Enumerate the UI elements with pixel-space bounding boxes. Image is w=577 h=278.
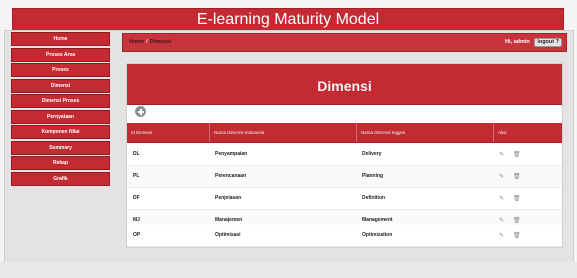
table-row: OP Optimisasi Optimization ✎ 🗑 <box>127 225 562 247</box>
trash-delete-icon[interactable]: 🗑 <box>513 173 521 180</box>
footer-strip <box>0 262 577 278</box>
sidebar-nav: Home Proses Area Proses Dimensi Dimensi … <box>11 32 110 187</box>
cell-inggris: Delivery <box>362 151 382 157</box>
sidebar-item-dimensi-proses[interactable]: Dimensi Proses <box>11 94 110 108</box>
sidebar-item-proses[interactable]: Proses <box>11 63 110 77</box>
pencil-edit-icon[interactable]: ✎ <box>499 217 504 224</box>
pencil-edit-icon[interactable]: ✎ <box>499 151 504 158</box>
greeting-text: Hi, admin <box>505 39 530 45</box>
column-header-aksi: Aksi <box>493 123 562 142</box>
sidebar-item-rekap[interactable]: Rekap <box>11 156 110 170</box>
cell-id: OP <box>133 232 141 238</box>
trash-delete-icon[interactable]: 🗑 <box>513 195 521 202</box>
table-header: Id Dimensi Nama Dimensi Indonesia Nama D… <box>127 123 562 143</box>
cell-indonesia: Penyampaian <box>215 151 248 157</box>
panel-header: Dimensi <box>127 64 562 105</box>
sidebar-item-grafik[interactable]: Grafik <box>11 171 110 186</box>
logout-button[interactable]: logout ? <box>534 38 562 47</box>
cell-indonesia: Perencanaan <box>215 173 247 179</box>
breadcrumb-home[interactable]: Home <box>129 39 144 45</box>
column-header-inggris: Nama Dimensi Inggris <box>356 123 493 142</box>
cell-inggris: Planning <box>362 173 384 179</box>
app-title-banner: E-learning Maturity Model <box>12 8 564 32</box>
table-row: DL Penyampaian Delivery ✎ 🗑 <box>127 144 562 166</box>
cell-inggris: Definition <box>362 195 386 201</box>
breadcrumb: Home / Dimensi <box>129 34 171 51</box>
trash-delete-icon[interactable]: 🗑 <box>513 232 521 239</box>
trash-delete-icon[interactable]: 🗑 <box>513 217 521 224</box>
breadcrumb-separator: / <box>146 39 148 45</box>
sidebar-item-dimensi[interactable]: Dimensi <box>11 78 110 93</box>
cell-id: DF <box>133 195 140 201</box>
cell-id: DL <box>133 151 140 157</box>
breadcrumb-current: Dimensi <box>149 39 172 45</box>
dimensi-panel: Dimensi Id Dimensi Nama Dimensi Indonesi… <box>126 63 563 248</box>
user-greeting-area: Hi, admin logout ? <box>505 34 562 51</box>
column-header-id: Id Dimensi <box>131 130 153 135</box>
table-row: DF Penjelasan Definition ✎ 🗑 <box>127 188 562 210</box>
sidebar-item-summary[interactable]: Summary <box>11 140 110 155</box>
add-dimensi-button[interactable] <box>135 106 146 117</box>
sidebar-item-home[interactable]: Home <box>11 32 110 46</box>
trash-delete-icon[interactable]: 🗑 <box>513 151 521 158</box>
sidebar-item-komponen-nilai[interactable]: Komponen Nilai <box>11 125 110 139</box>
page-title: Dimensi <box>317 78 372 94</box>
table-row: PL Perencanaan Planning ✎ 🗑 <box>127 166 562 188</box>
top-bar: Home / Dimensi Hi, admin logout ? <box>122 33 567 52</box>
cell-id: PL <box>133 173 140 179</box>
pencil-edit-icon[interactable]: ✎ <box>499 232 504 239</box>
cell-indonesia: Penjelasan <box>215 195 242 201</box>
cell-inggris: Optimization <box>362 232 393 238</box>
pencil-edit-icon[interactable]: ✎ <box>499 195 504 202</box>
sidebar-item-proses-area[interactable]: Proses Area <box>11 47 110 62</box>
column-header-indonesia: Nama Dimensi Indonesia <box>209 123 356 142</box>
pencil-edit-icon[interactable]: ✎ <box>499 173 504 180</box>
sidebar-item-pernyataan[interactable]: Pernyataan <box>11 109 110 124</box>
cell-indonesia: Optimisasi <box>215 232 241 238</box>
